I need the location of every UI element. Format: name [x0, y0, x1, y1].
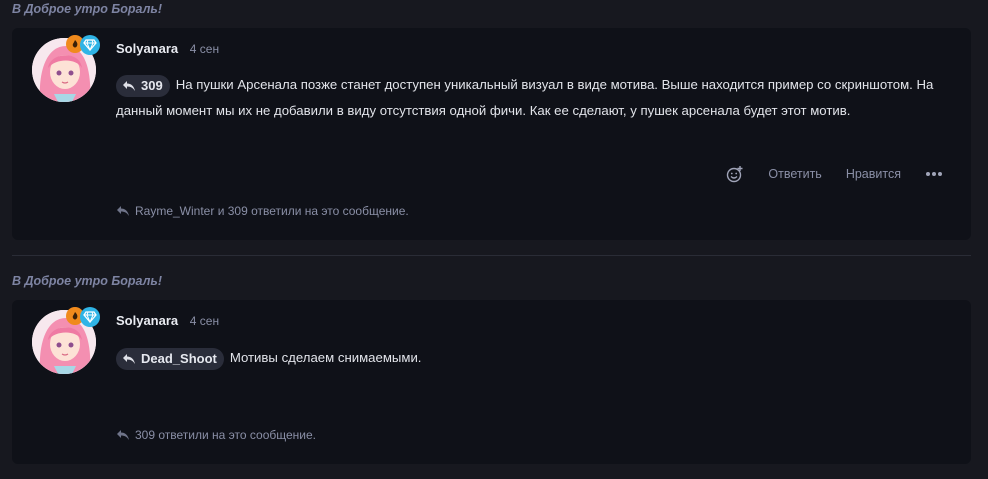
reply-button[interactable]: Ответить — [768, 167, 821, 181]
reply-to-pill[interactable]: Dead_Shoot — [116, 347, 224, 370]
message-card: Solyanara 4 сен Dead_Shoot Мотивы сделае… — [12, 300, 971, 464]
reply-to-pill[interactable]: 309 — [116, 74, 170, 97]
author-line: Solyanara 4 сен — [116, 41, 219, 56]
message-text: На пушки Арсенала позже станет доступен … — [116, 77, 934, 118]
reply-arrow-icon — [117, 206, 129, 216]
replies-note-text: 309 ответили на это сообщение. — [135, 428, 316, 442]
post-time[interactable]: 4 сен — [190, 42, 219, 56]
reply-arrow-icon — [123, 80, 135, 91]
replies-note[interactable]: Rayme_Winter и 309 ответили на это сообщ… — [116, 204, 409, 218]
diamond-badge-icon — [80, 35, 100, 55]
message-body: Dead_Shoot Мотивы сделаем снимаемыми. — [116, 345, 956, 371]
message-card: Solyanara 4 сен 309 На пушки Арсенала по… — [12, 28, 971, 240]
more-options-icon[interactable] — [925, 171, 943, 177]
reply-to-name: Dead_Shoot — [141, 350, 217, 366]
author-name[interactable]: Solyanara — [116, 313, 178, 328]
message-text: Мотивы сделаем снимаемыми. — [229, 350, 422, 365]
reply-arrow-icon — [117, 430, 129, 440]
add-reaction-icon[interactable] — [726, 165, 744, 183]
topic-title[interactable]: В Доброе утро Бораль! — [12, 274, 162, 288]
divider — [12, 255, 971, 256]
message-body: 309 На пушки Арсенала позже станет досту… — [116, 72, 956, 123]
reply-arrow-icon — [123, 353, 135, 364]
topic-title[interactable]: В Доброе утро Бораль! — [12, 2, 162, 16]
message-actions: Ответить Нравится — [726, 165, 943, 183]
author-line: Solyanara 4 сен — [116, 313, 219, 328]
replies-note[interactable]: 309 ответили на это сообщение. — [116, 428, 316, 442]
avatar[interactable] — [32, 35, 100, 104]
reply-to-name: 309 — [141, 77, 163, 93]
author-name[interactable]: Solyanara — [116, 41, 178, 56]
diamond-badge-icon — [80, 307, 100, 327]
like-button[interactable]: Нравится — [846, 167, 901, 181]
post-time[interactable]: 4 сен — [190, 314, 219, 328]
avatar[interactable] — [32, 307, 100, 376]
replies-note-text: Rayme_Winter и 309 ответили на это сообщ… — [135, 204, 409, 218]
